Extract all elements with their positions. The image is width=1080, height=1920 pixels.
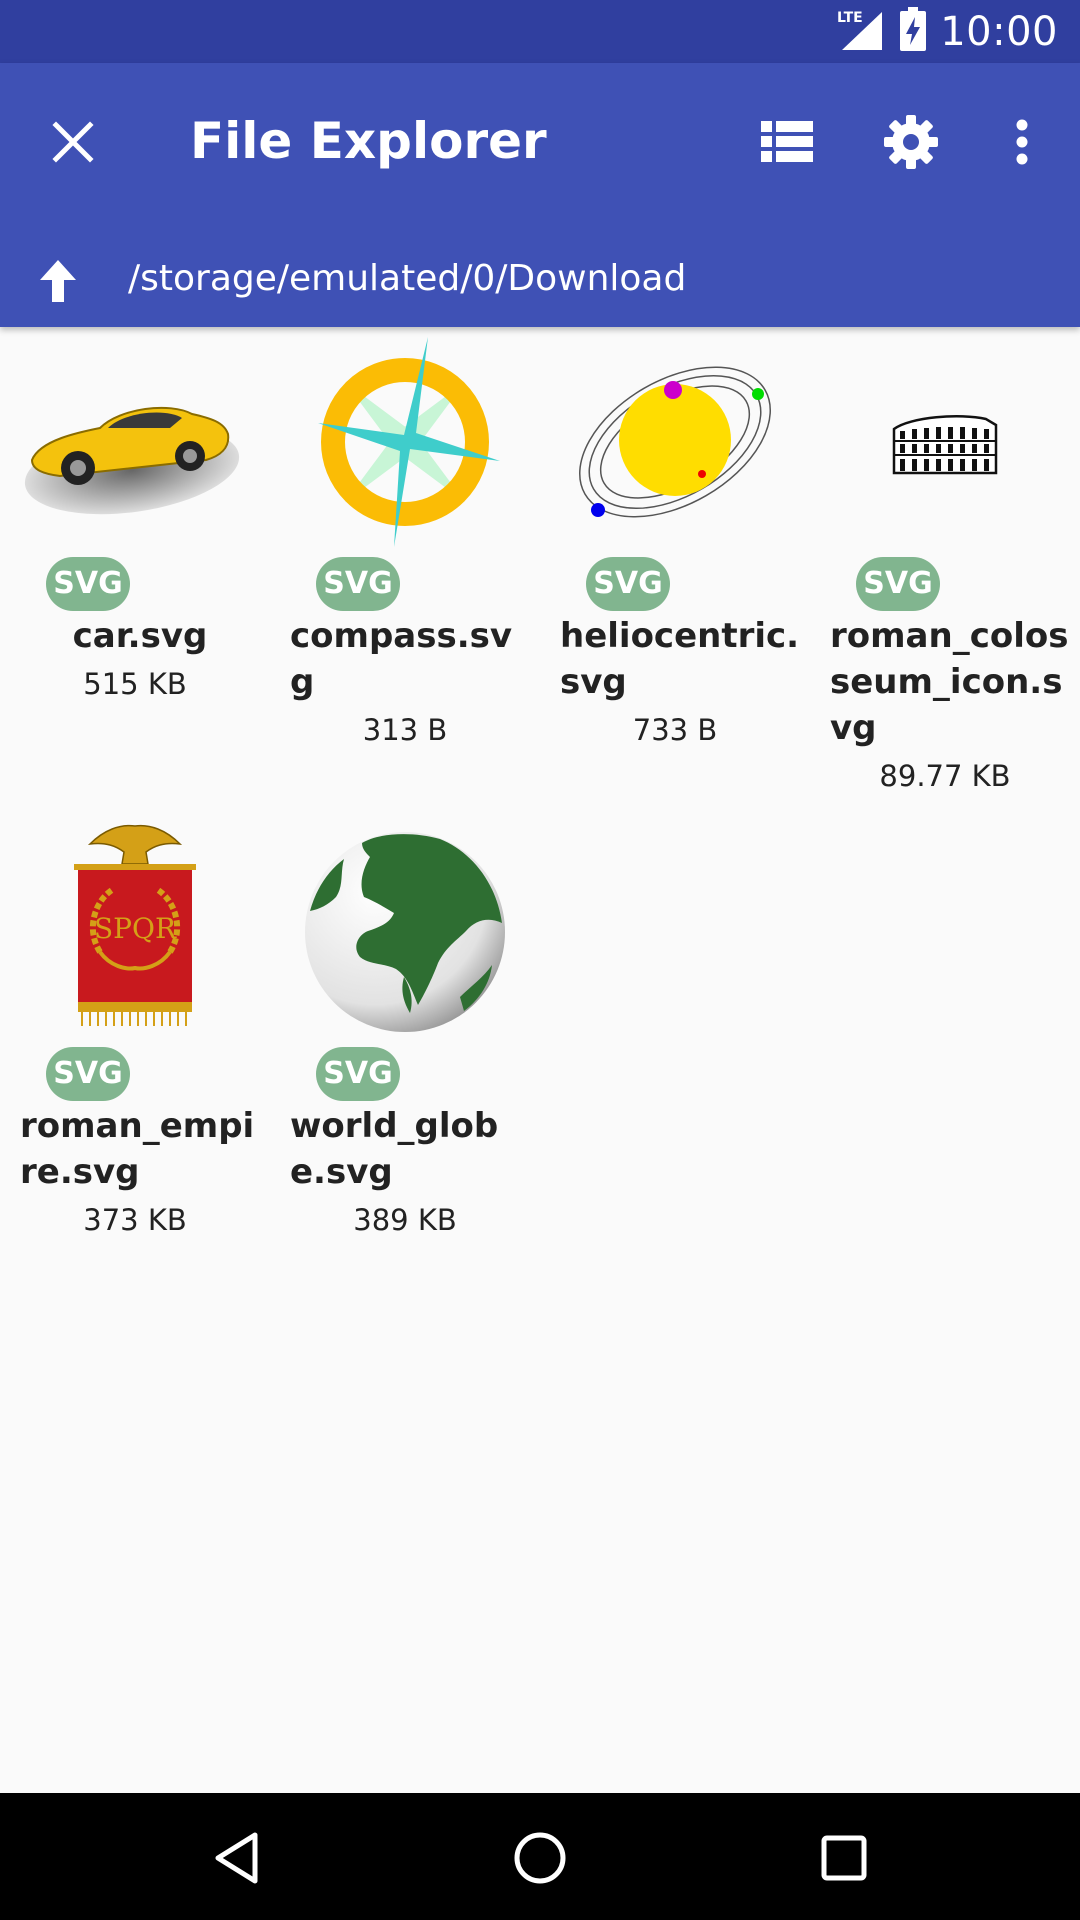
svg-text:LTE: LTE	[837, 10, 863, 26]
file-size: 733 B	[632, 713, 718, 747]
file-name: roman_colosseum_icon.svg	[830, 616, 1069, 748]
recents-square-icon	[821, 1835, 867, 1881]
up-directory-button[interactable]	[28, 241, 88, 321]
file-type-badge: SVG	[316, 557, 400, 611]
arrow-up-icon	[40, 260, 76, 302]
file-type-badge: SVG	[856, 557, 940, 611]
file-type-badge: SVG	[586, 557, 670, 611]
file-size: 389 KB	[353, 1203, 457, 1237]
current-path: /storage/emulated/0/Download	[128, 258, 687, 299]
car-thumbnail	[0, 327, 270, 557]
svg-text:SPQR: SPQR	[94, 912, 177, 945]
recents-button[interactable]	[799, 1813, 889, 1903]
gear-icon	[884, 115, 938, 169]
navigation-bar	[0, 1793, 1080, 1920]
file-grid: SVG car.svg 515 KB SVG compass.svg 313 B	[0, 327, 1080, 1793]
app-title: File Explorer	[190, 112, 547, 170]
file-size: 373 KB	[83, 1203, 187, 1237]
file-type-badge: SVG	[316, 1047, 400, 1101]
list-view-button[interactable]	[748, 103, 826, 181]
status-bar: LTE 10:00	[0, 0, 1080, 63]
file-size: 515 KB	[83, 667, 187, 701]
home-circle-icon	[514, 1832, 566, 1884]
file-type-badge: SVG	[46, 557, 130, 611]
file-name: compass.svg	[290, 616, 513, 702]
battery-charging-icon	[900, 7, 927, 56]
lte-signal-icon: LTE	[836, 6, 886, 57]
list-view-icon	[761, 121, 813, 162]
file-name: roman_empire.svg	[20, 1106, 255, 1192]
more-vert-icon	[1016, 119, 1028, 165]
file-name: car.svg	[72, 616, 208, 656]
compass-thumbnail	[270, 327, 540, 557]
close-button[interactable]	[34, 103, 112, 181]
settings-button[interactable]	[872, 103, 950, 181]
more-options-button[interactable]	[986, 103, 1058, 181]
heliocentric-thumbnail	[540, 327, 810, 557]
app-bar: File Explorer /storage/emulated/0/Downlo…	[0, 63, 1080, 327]
close-icon	[52, 121, 94, 163]
file-type-badge: SVG	[46, 1047, 130, 1101]
back-triangle-icon	[215, 1832, 258, 1884]
roman-empire-thumbnail: SPQR	[0, 817, 270, 1047]
file-name: world_globe.svg	[290, 1106, 499, 1192]
file-size: 313 B	[362, 713, 448, 747]
status-time: 10:00	[940, 8, 1058, 55]
colosseum-thumbnail	[810, 327, 1080, 557]
back-button[interactable]	[192, 1813, 282, 1903]
home-button[interactable]	[495, 1813, 585, 1903]
status-icons: LTE 10:00	[836, 0, 1058, 63]
world-globe-thumbnail	[270, 817, 540, 1047]
file-name: heliocentric.svg	[560, 616, 800, 702]
file-size: 89.77 KB	[879, 759, 1011, 793]
